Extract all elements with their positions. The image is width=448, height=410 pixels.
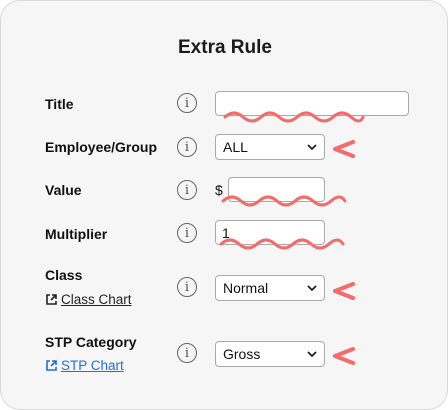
external-link-icon: [46, 294, 57, 305]
value-info-icon[interactable]: i: [177, 180, 197, 200]
class-info-icon[interactable]: i: [177, 277, 197, 297]
title-label: Title: [45, 96, 74, 112]
extra-rule-card: Extra Rule Title i Employee/Group i ALL …: [0, 0, 448, 410]
currency-symbol: $: [215, 182, 223, 198]
stp-chart-link[interactable]: STP Chart: [45, 358, 124, 373]
employee-group-label: Employee/Group: [45, 139, 158, 155]
title-info-icon[interactable]: i: [177, 93, 197, 113]
class-label: Class: [45, 267, 83, 283]
stp-category-label: STP Category: [45, 334, 137, 350]
class-chart-link[interactable]: Class Chart: [45, 292, 132, 307]
value-label: Value: [45, 182, 82, 198]
multiplier-label: Multiplier: [45, 226, 108, 242]
multiplier-input[interactable]: [215, 220, 325, 245]
stp-category-select[interactable]: Gross: [215, 341, 325, 367]
class-arrow-annotation: [333, 282, 355, 300]
employee-group-info-icon[interactable]: i: [177, 137, 197, 157]
employee-group-arrow-annotation: [333, 140, 355, 158]
chevron-down-icon: [307, 143, 317, 150]
form-title: Extra Rule: [178, 37, 272, 58]
stp-category-selected-value: Gross: [223, 346, 261, 362]
external-link-icon: [46, 360, 57, 371]
multiplier-info-icon[interactable]: i: [177, 223, 197, 243]
employee-group-selected-value: ALL: [223, 139, 248, 155]
stp-chart-link-label: STP Chart: [61, 358, 124, 373]
employee-group-select[interactable]: ALL: [215, 134, 325, 160]
class-select[interactable]: Normal: [215, 275, 325, 301]
stp-category-info-icon[interactable]: i: [177, 343, 197, 363]
class-selected-value: Normal: [223, 280, 269, 296]
chevron-down-icon: [307, 284, 317, 291]
value-input[interactable]: [228, 177, 325, 202]
class-chart-link-label: Class Chart: [61, 292, 132, 307]
stp-category-arrow-annotation: [333, 347, 355, 365]
title-input[interactable]: [215, 91, 409, 116]
chevron-down-icon: [307, 350, 317, 357]
